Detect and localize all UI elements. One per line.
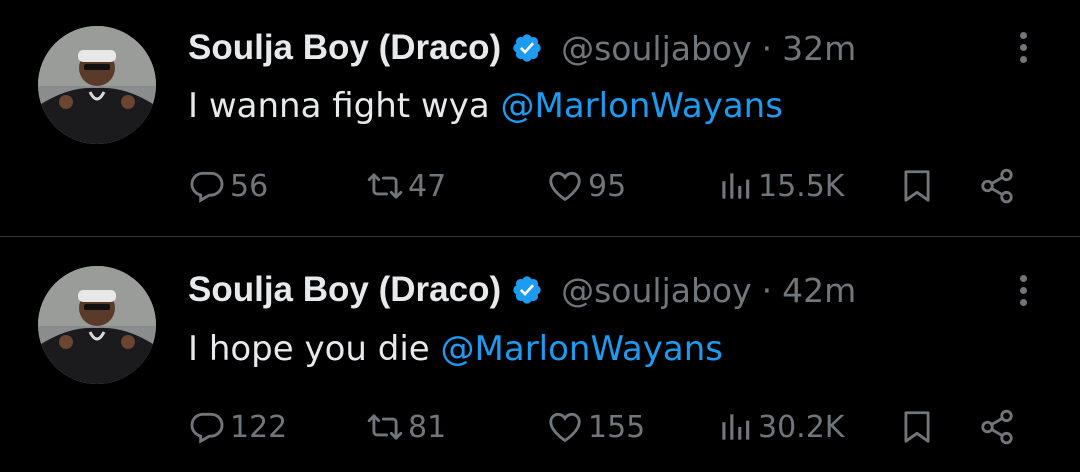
mention-link[interactable]: @MarlonWayans [441, 329, 723, 369]
tweet-actions: 56 47 95 15.5K [188, 164, 1080, 208]
tweet[interactable]: Soulja Boy (Draco) @souljaboy · 42m I ho… [0, 237, 1080, 472]
views-bars-icon [722, 173, 750, 199]
retweet-count: 81 [408, 409, 447, 445]
avatar-image [38, 266, 156, 384]
avatar-image [38, 26, 156, 144]
verified-badge-icon [511, 274, 543, 306]
share-button[interactable] [978, 164, 1016, 208]
tweet-text: I hope you die @MarlonWayans [188, 329, 723, 369]
reply-bubble-icon [190, 171, 224, 203]
retweet-arrows-icon [367, 414, 403, 440]
tweet-actions: 122 81 155 30.2K [188, 405, 1080, 449]
heart-icon [549, 171, 581, 202]
reply-count: 56 [230, 168, 269, 204]
reply-button[interactable]: 122 [188, 405, 287, 449]
retweet-count: 47 [408, 168, 447, 204]
author-name[interactable]: Soulja Boy (Draco) [188, 28, 501, 68]
reply-count: 122 [230, 409, 288, 445]
tweet-body: I hope you die [188, 329, 441, 369]
author-handle[interactable]: @souljaboy [561, 271, 752, 310]
tweet-body: I wanna fight wya [188, 86, 501, 126]
views-bars-icon [722, 414, 750, 440]
timestamp[interactable]: 32m [782, 29, 856, 68]
retweet-button[interactable]: 47 [366, 164, 446, 208]
like-count: 155 [588, 409, 646, 445]
views-count: 15.5K [758, 168, 845, 204]
bookmark-icon [904, 170, 930, 202]
retweet-button[interactable]: 81 [366, 405, 446, 449]
tweet-header: Soulja Boy (Draco) @souljaboy · 32m [188, 28, 856, 68]
tweet-text: I wanna fight wya @MarlonWayans [188, 86, 783, 126]
tweet-header: Soulja Boy (Draco) @souljaboy · 42m [188, 270, 856, 310]
reply-button[interactable]: 56 [188, 164, 268, 208]
author-handle[interactable]: @souljaboy [561, 29, 752, 68]
bookmark-button[interactable] [898, 164, 936, 208]
author-name[interactable]: Soulja Boy (Draco) [188, 270, 501, 310]
retweet-arrows-icon [367, 173, 403, 199]
more-vertical-icon[interactable] [1016, 275, 1030, 311]
heart-icon [549, 412, 581, 443]
share-icon [981, 168, 1013, 204]
timestamp[interactable]: 42m [782, 271, 856, 310]
bookmark-icon [904, 411, 930, 443]
views-button[interactable]: 15.5K [716, 164, 844, 208]
separator-dot: · [761, 270, 773, 310]
like-button[interactable]: 155 [546, 405, 645, 449]
tweet[interactable]: Soulja Boy (Draco) @souljaboy · 32m I wa… [0, 0, 1080, 236]
mention-link[interactable]: @MarlonWayans [500, 86, 782, 126]
views-count: 30.2K [758, 409, 845, 445]
verified-badge-icon [511, 32, 543, 64]
avatar[interactable] [38, 266, 156, 384]
views-button[interactable]: 30.2K [716, 405, 844, 449]
avatar[interactable] [38, 26, 156, 144]
reply-bubble-icon [190, 412, 224, 444]
more-vertical-icon[interactable] [1016, 32, 1030, 68]
like-count: 95 [588, 168, 627, 204]
bookmark-button[interactable] [898, 405, 936, 449]
like-button[interactable]: 95 [546, 164, 626, 208]
share-icon [981, 409, 1013, 445]
share-button[interactable] [978, 405, 1016, 449]
separator-dot: · [761, 28, 773, 68]
